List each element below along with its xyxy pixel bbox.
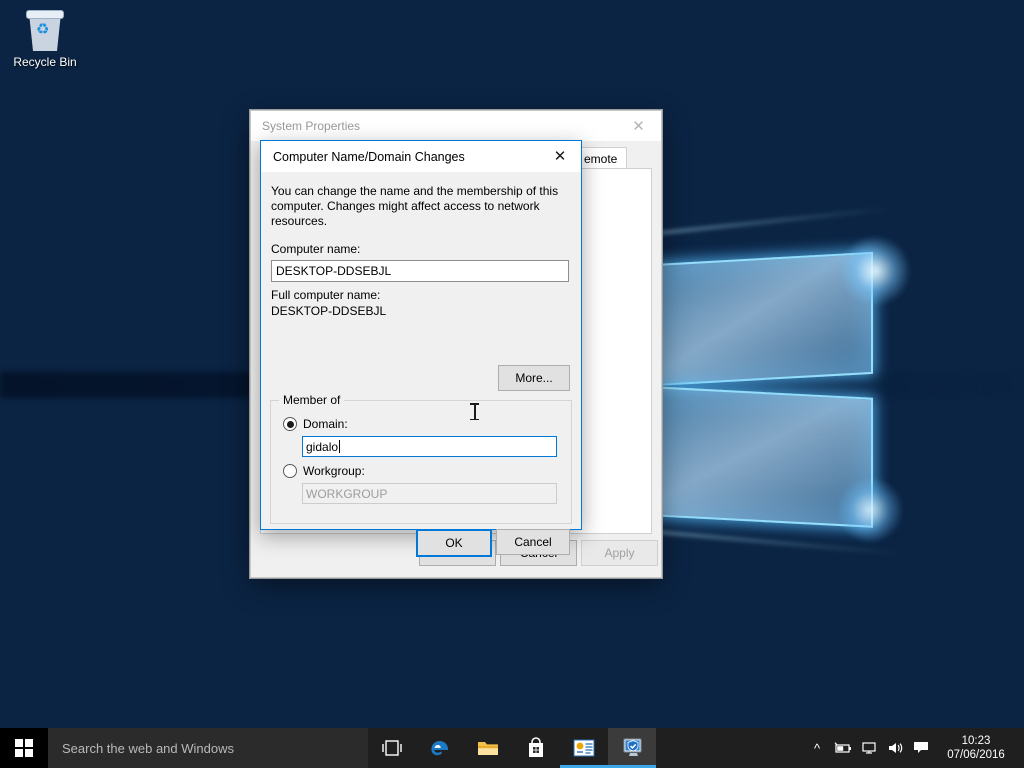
domain-radio-button[interactable]: [283, 417, 297, 431]
mail-app-icon[interactable]: [560, 728, 608, 768]
clock[interactable]: 10:23 07/06/2016: [934, 734, 1024, 762]
dialog-description: You can change the name and the membersh…: [271, 184, 559, 228]
search-input[interactable]: Search the web and Windows: [48, 728, 368, 768]
volume-icon[interactable]: [882, 728, 908, 768]
workgroup-input: WORKGROUP: [302, 483, 557, 504]
wallpaper-glow: [840, 236, 910, 306]
file-explorer-icon[interactable]: [464, 728, 512, 768]
domain-value: gidalo: [306, 439, 339, 454]
desktop-icon-recycle-bin[interactable]: ♻ Recycle Bin: [6, 8, 84, 69]
system-properties-glyph: [623, 738, 642, 756]
network-glyph: [862, 742, 876, 754]
store-bag-glyph: [529, 737, 543, 757]
wallpaper-glow: [838, 478, 902, 542]
ok-button[interactable]: OK: [416, 529, 492, 557]
member-of-legend: Member of: [279, 393, 345, 407]
edge-browser-icon[interactable]: [416, 728, 464, 768]
network-icon[interactable]: [856, 728, 882, 768]
action-center-icon[interactable]: [908, 728, 934, 768]
dialog-titlebar[interactable]: Computer Name/Domain Changes ✕: [261, 141, 581, 172]
system-tray: ^ 10:23 07/06/2016: [804, 728, 1024, 768]
clock-time: 10:23: [961, 735, 991, 747]
dialog-body: You can change the name and the membersh…: [261, 172, 581, 557]
windows-store-icon[interactable]: [512, 728, 560, 768]
computer-name-domain-changes-dialog[interactable]: Computer Name/Domain Changes ✕ You can c…: [260, 140, 582, 557]
battery-icon[interactable]: [830, 728, 856, 768]
computer-name-label: Computer name:: [271, 242, 361, 256]
folder-glyph: [478, 742, 498, 755]
clock-date: 07/06/2016: [947, 749, 1005, 761]
workgroup-label: Workgroup:: [303, 464, 365, 478]
start-button[interactable]: [0, 728, 48, 768]
windows-logo-icon: [15, 739, 33, 757]
mail-glyph: [573, 739, 595, 757]
computer-name-input[interactable]: DESKTOP-DDSEBJL: [271, 260, 569, 282]
workgroup-value: WORKGROUP: [306, 486, 388, 501]
desktop-icon-label: Recycle Bin: [13, 55, 77, 69]
cancel-button[interactable]: Cancel: [496, 529, 570, 555]
tab-remote[interactable]: emote: [574, 147, 628, 169]
apply-button: Apply: [581, 540, 658, 566]
workgroup-radio-button[interactable]: [283, 464, 297, 478]
workgroup-radio-row[interactable]: Workgroup:: [283, 464, 365, 478]
taskbar: Search the web and Windows ^ 10:23 07/06…: [0, 728, 1024, 768]
dialog-title: Computer Name/Domain Changes: [273, 149, 465, 164]
edge-glyph: [431, 741, 448, 756]
domain-input[interactable]: gidalo: [302, 436, 557, 457]
task-view-glyph: [382, 740, 402, 756]
desktop-screen: ♻ Recycle Bin System Properties ✕ emote …: [0, 0, 1024, 768]
search-placeholder: Search the web and Windows: [62, 740, 234, 756]
battery-glyph: [834, 742, 851, 753]
text-caret: [339, 440, 341, 453]
member-of-group: Member of Domain: gidalo Workgroup: WORK…: [270, 393, 572, 524]
computer-name-value: DESKTOP-DDSEBJL: [276, 264, 392, 278]
action-center-glyph: [914, 742, 928, 753]
close-icon[interactable]: ✕: [539, 142, 581, 172]
chevron-up-icon[interactable]: ^: [804, 728, 830, 768]
window-title: System Properties: [262, 119, 361, 133]
volume-glyph: [889, 743, 903, 753]
domain-label: Domain:: [303, 417, 348, 431]
full-computer-name-value: DESKTOP-DDSEBJL: [271, 304, 387, 318]
more-button[interactable]: More...: [498, 365, 570, 391]
system-properties-icon[interactable]: [608, 728, 656, 768]
close-icon[interactable]: ✕: [616, 112, 661, 141]
full-computer-name-label: Full computer name:: [271, 288, 381, 302]
system-properties-titlebar[interactable]: System Properties ✕: [251, 111, 661, 142]
domain-radio-row[interactable]: Domain:: [283, 417, 348, 431]
recycle-bin-icon: ♻: [23, 8, 67, 52]
task-view-icon[interactable]: [368, 728, 416, 768]
